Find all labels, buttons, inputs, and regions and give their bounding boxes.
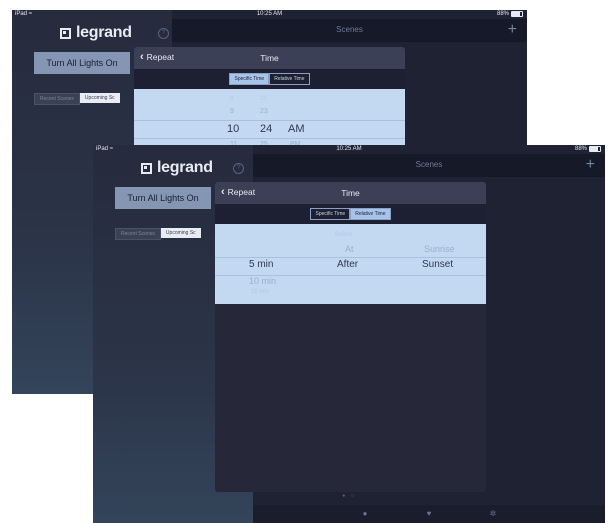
turn-all-lights-on-button[interactable]: Turn All Lights On xyxy=(115,187,211,209)
tab-relative-time[interactable]: Relative Time xyxy=(269,73,310,85)
status-time: 10:25 AM xyxy=(336,146,362,152)
screen-relative-time: Scenes + iPad ≈ 10:25 AM 88% legrand ? T… xyxy=(93,145,605,523)
tab-specific-time[interactable]: Specific Time xyxy=(310,208,351,220)
bottom-tab-bar: ● ♥ ✲ xyxy=(253,505,605,523)
gear-icon[interactable]: ✲ xyxy=(489,510,497,518)
recent-scenes-tab[interactable]: Recent Scenes xyxy=(115,228,161,240)
time-dialog: ‹ Repeat Time Specific Time Relative Tim… xyxy=(215,182,486,492)
scenes-icon[interactable]: ♥ xyxy=(425,510,433,518)
status-bar: iPad ≈ 10:25 AM 88% xyxy=(12,10,527,19)
turn-all-lights-on-button[interactable]: Turn All Lights On xyxy=(34,52,130,74)
help-icon[interactable]: ? xyxy=(158,28,169,39)
logo-mark-icon xyxy=(141,162,152,174)
scene-filter-segment: Recent Scenes Upcoming Sc xyxy=(34,93,120,105)
upcoming-scenes-tab[interactable]: Upcoming Sc xyxy=(79,93,120,103)
logo: legrand xyxy=(141,159,213,177)
page-indicator: ● ○ xyxy=(342,493,356,499)
dialog-header: ‹ Repeat Time xyxy=(134,47,405,69)
tab-specific-time[interactable]: Specific Time xyxy=(229,73,270,85)
status-bar: iPad ≈ 10:25 AM 88% xyxy=(93,145,605,154)
page-title: Scenes xyxy=(415,160,443,169)
logo-mark-icon xyxy=(60,27,71,39)
top-bar: Scenes + xyxy=(172,19,527,42)
time-mode-segment: Specific Time Relative Time xyxy=(134,69,405,89)
tab-relative-time[interactable]: Relative Time xyxy=(350,208,391,220)
logo-text: legrand xyxy=(76,24,132,41)
upcoming-scenes-tab[interactable]: Upcoming Sc xyxy=(160,228,201,238)
page-title: Scenes xyxy=(336,25,363,34)
relative-time-picker[interactable]: Before At Sunrise 5 min After Sunset 10 … xyxy=(215,224,486,304)
scene-filter-segment: Recent Scenes Upcoming Sc xyxy=(115,228,201,240)
status-time: 10:25 AM xyxy=(256,11,283,17)
battery-status: 88% xyxy=(497,11,523,17)
dialog-title: Time xyxy=(260,53,279,63)
battery-status: 88% xyxy=(575,146,601,152)
battery-icon xyxy=(589,146,601,152)
time-mode-segment: Specific Time Relative Time xyxy=(215,204,486,224)
logo: legrand xyxy=(60,24,132,42)
recent-scenes-tab[interactable]: Recent Scenes xyxy=(34,93,80,105)
add-scene-button[interactable]: + xyxy=(586,156,595,174)
battery-icon xyxy=(511,11,523,17)
add-scene-button[interactable]: + xyxy=(508,21,517,39)
dialog-title: Time xyxy=(341,188,360,198)
help-icon[interactable]: ? xyxy=(233,163,244,174)
bulb-icon[interactable]: ● xyxy=(361,510,369,518)
logo-text: legrand xyxy=(157,159,213,176)
dialog-header: ‹ Repeat Time xyxy=(215,182,486,204)
top-bar: Scenes + xyxy=(253,154,605,177)
